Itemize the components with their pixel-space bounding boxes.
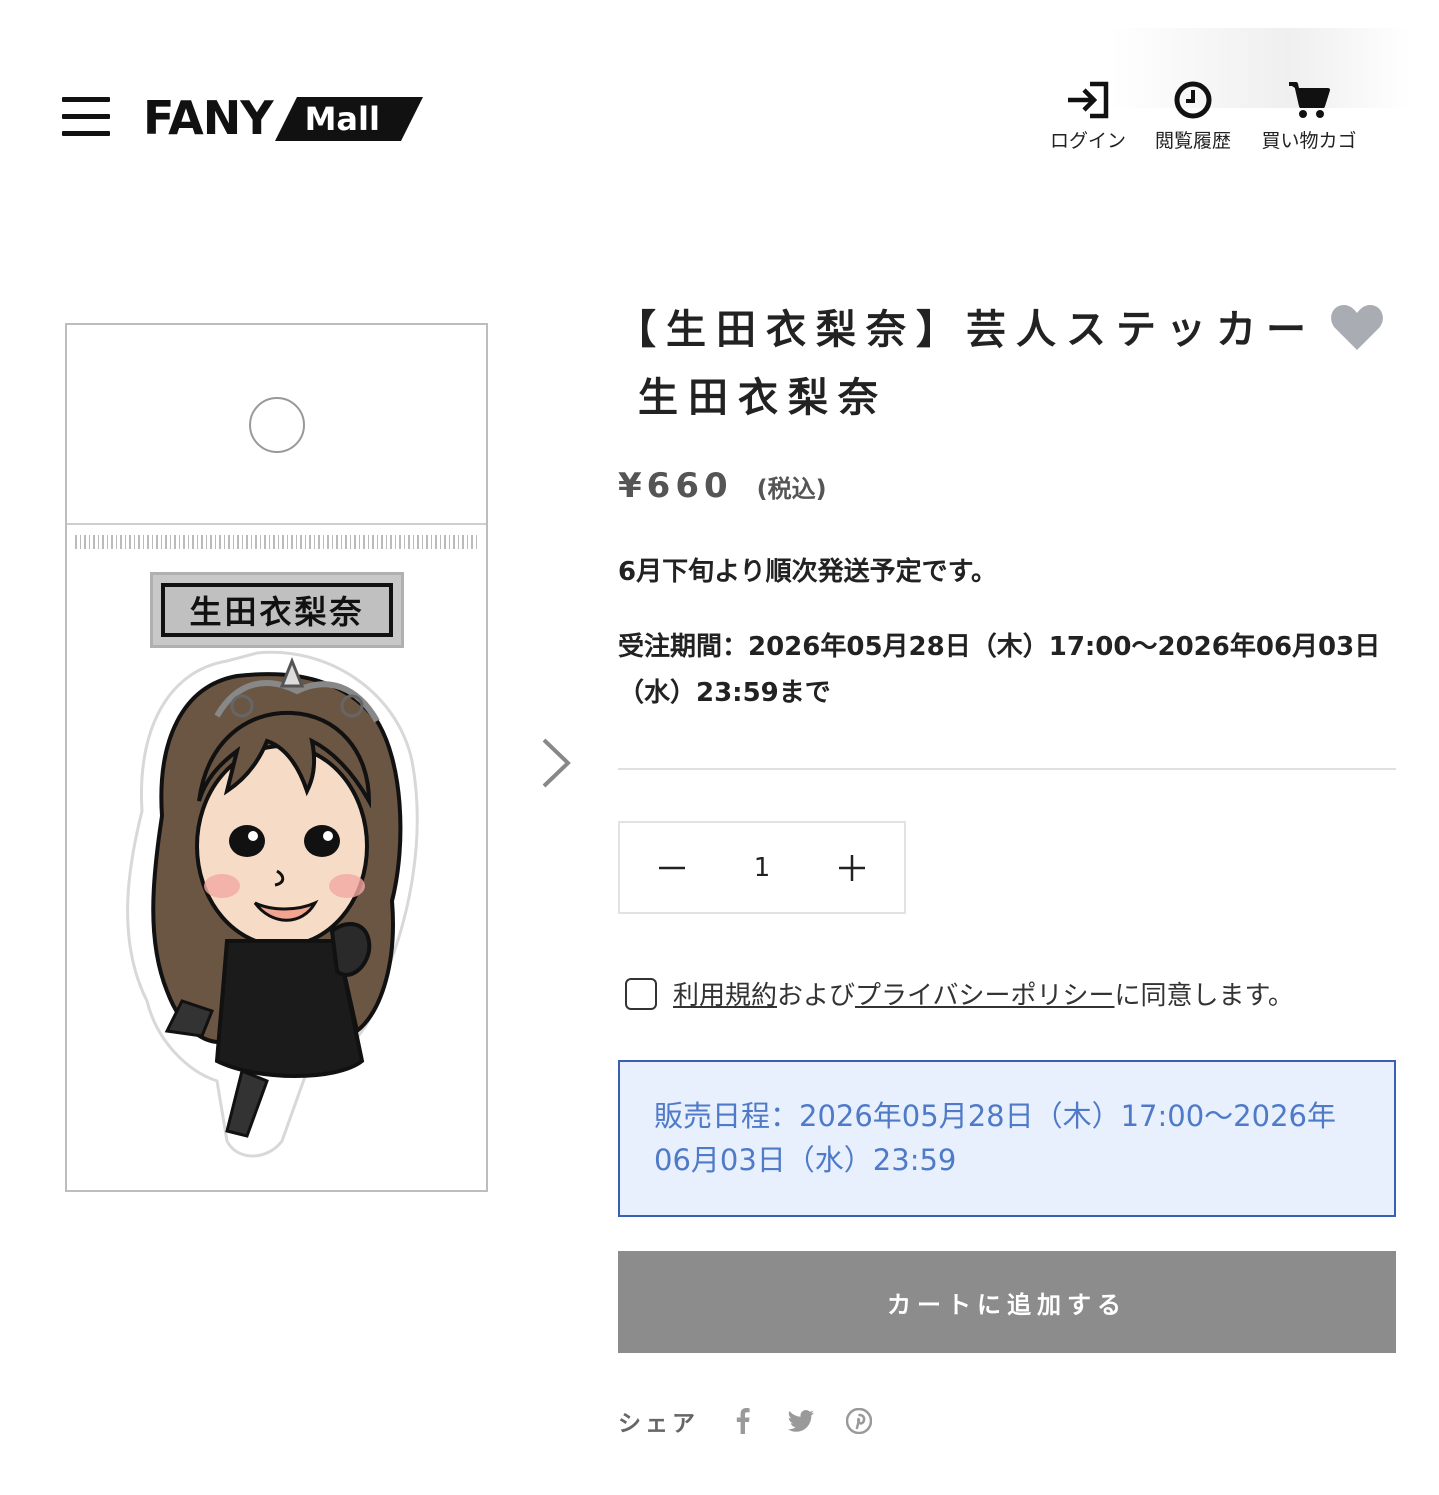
twitter-icon[interactable] xyxy=(787,1407,815,1435)
sticker-illustration xyxy=(126,650,419,1158)
nav-login[interactable]: ログイン xyxy=(1045,78,1131,153)
hang-hole xyxy=(249,397,305,453)
shipping-note: 6月下旬より順次発送予定です。 xyxy=(618,557,997,587)
cart-icon xyxy=(1254,78,1364,122)
product-price: ¥660 (税込) xyxy=(618,466,827,506)
pinterest-icon[interactable] xyxy=(845,1407,873,1435)
favorite-heart-icon[interactable] xyxy=(1330,302,1384,352)
package-hang-area xyxy=(67,325,486,525)
privacy-policy-link[interactable]: プライバシーポリシー xyxy=(855,975,1114,1012)
nav-history-label: 閲覧履歴 xyxy=(1154,130,1231,152)
nav-login-label: ログイン xyxy=(1049,130,1126,152)
next-image-chevron-icon[interactable] xyxy=(536,736,576,790)
sticker-name-text: 生田衣梨奈 xyxy=(189,593,365,631)
price-amount: ¥660 xyxy=(618,466,733,506)
quantity-stepper xyxy=(618,821,906,914)
package-perforation xyxy=(75,535,480,549)
agreement-row: 利用規約 および プライバシーポリシー に同意します。 xyxy=(625,975,1294,1012)
login-icon xyxy=(1045,78,1131,122)
section-divider xyxy=(618,768,1396,770)
nav-cart-label: 買い物カゴ xyxy=(1261,130,1357,152)
order-period: 受注期間：2026年05月28日（木）17:00〜2026年06月03日（水）2… xyxy=(618,632,1381,708)
nav-history[interactable]: 閲覧履歴 xyxy=(1148,78,1238,153)
terms-link[interactable]: 利用規約 xyxy=(673,975,777,1012)
product-image[interactable]: 生田衣梨奈 xyxy=(65,323,488,1192)
agreement-suffix: に同意します。 xyxy=(1114,981,1294,1011)
price-tax-note: (税込) xyxy=(756,475,827,503)
share-label: シェア xyxy=(618,1411,699,1437)
product-title: 【生田衣梨奈】芸人ステッカー 生田衣梨奈 xyxy=(616,296,1316,432)
quantity-input[interactable] xyxy=(732,852,792,883)
logo-mall-text: Mall xyxy=(304,100,380,138)
agreement-and-text: および xyxy=(777,981,856,1011)
sale-schedule-box: 販売日程：2026年05月28日（木）17:00〜2026年06月03日（水）2… xyxy=(618,1060,1396,1217)
product-title-line1: 【生田衣梨奈】芸人ステッカー xyxy=(616,307,1316,353)
facebook-icon[interactable] xyxy=(729,1407,757,1435)
sticker-name-plate: 生田衣梨奈 xyxy=(150,572,404,648)
quantity-decrease-button[interactable] xyxy=(644,840,700,896)
share-row: シェア xyxy=(618,1404,873,1438)
add-to-cart-button[interactable]: カートに追加する xyxy=(618,1251,1396,1353)
logo-fany-text: FANY xyxy=(143,91,274,145)
quantity-increase-button[interactable] xyxy=(824,840,880,896)
site-logo[interactable]: FANY Mall xyxy=(143,94,423,142)
logo-mall-badge: Mall xyxy=(274,97,423,141)
hamburger-menu-icon[interactable] xyxy=(62,97,110,137)
agreement-checkbox[interactable] xyxy=(625,977,657,1010)
product-title-line2: 生田衣梨奈 xyxy=(638,375,888,421)
clock-icon xyxy=(1148,78,1238,122)
nav-cart[interactable]: 買い物カゴ xyxy=(1254,78,1364,153)
